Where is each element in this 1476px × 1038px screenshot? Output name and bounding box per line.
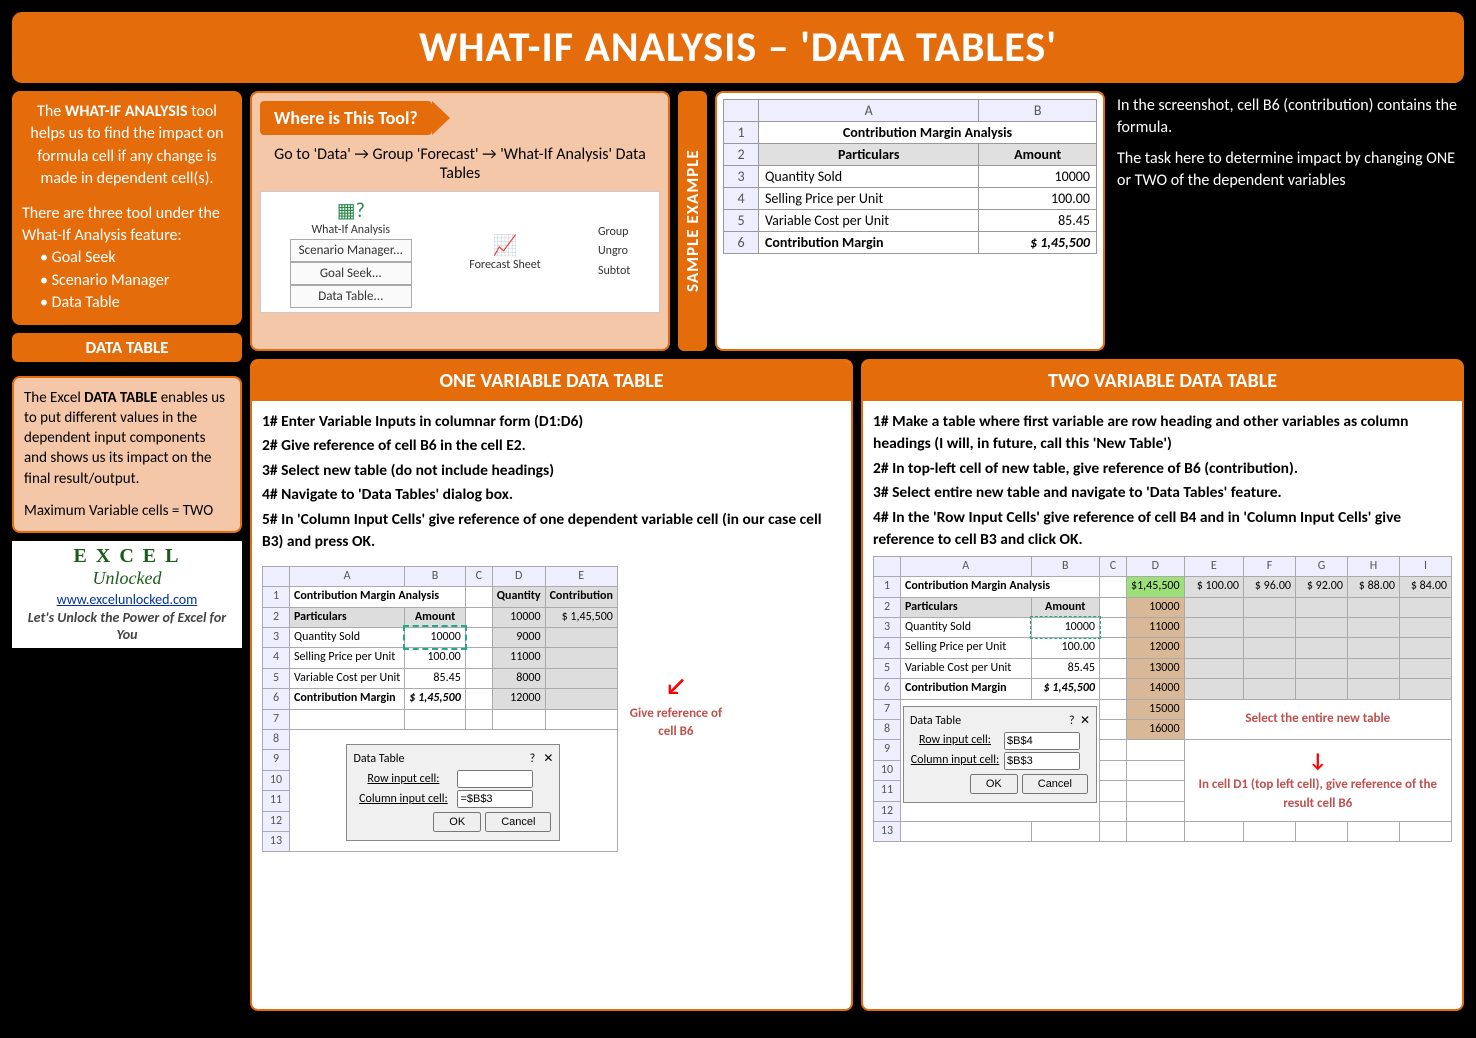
dt-label: DATA TABLE: [12, 333, 242, 362]
col-input[interactable]: [457, 790, 533, 808]
one-var-excel: ABCDE 1Contribution Margin AnalysisQuant…: [262, 566, 618, 852]
intro-li3: • Data Table: [40, 292, 232, 314]
main-title: WHAT-IF ANALYSIS – 'DATA TABLES': [12, 12, 1464, 83]
ok-button-2[interactable]: OK: [970, 774, 1018, 794]
cancel-button[interactable]: Cancel: [485, 812, 551, 832]
where-box: Where is This Tool? Go to 'Data' → Group…: [250, 91, 670, 351]
two-var-excel: ABCDEFGHI 1Contribution Margin Analysis$…: [873, 556, 1452, 842]
where-nav: Go to 'Data' → Group 'Forecast' → 'What-…: [260, 141, 660, 187]
intro-p2: There are three tool under the What-If A…: [22, 203, 232, 248]
ribbon-mock: ▦? What-If Analysis Scenario Manager... …: [260, 191, 660, 313]
row-input[interactable]: [457, 770, 533, 788]
intro-li2: • Scenario Manager: [40, 270, 232, 292]
cancel-button-2[interactable]: Cancel: [1022, 774, 1088, 794]
row-input-2[interactable]: [1004, 732, 1080, 750]
two-var-title: TWO VARIABLE DATA TABLE: [863, 361, 1462, 401]
where-title: Where is This Tool?: [260, 101, 432, 135]
logo-url[interactable]: www.excelunlocked.com: [16, 591, 238, 608]
intro-p1a: The: [37, 102, 65, 121]
intro-li1: • Goal Seek: [40, 247, 232, 269]
whatif-button[interactable]: ▦? What-If Analysis Scenario Manager... …: [290, 198, 412, 306]
intro-box: The WHAT-IF ANALYSIS tool helps us to fi…: [12, 91, 242, 325]
one-var-note: ↙ Give reference of cell B6: [626, 670, 726, 742]
two-var-box: TWO VARIABLE DATA TABLE 1# Make a table …: [861, 359, 1464, 1011]
intro-p1b: WHAT-IF ANALYSIS: [65, 102, 188, 121]
data-table-dialog: Data Table? ✕ Row input cell: Column inp…: [346, 744, 560, 841]
data-table-dialog-2: Data Table? ✕ Row input cell: Column inp…: [903, 706, 1097, 803]
dt-box: The Excel DATA TABLE enables us to put d…: [12, 376, 242, 534]
sample-desc: In the screenshot, cell B6 (contribution…: [1113, 91, 1464, 351]
sample-table-box: AB 1Contribution Margin Analysis 2Partic…: [715, 91, 1105, 351]
sample-tab: SAMPLE EXAMPLE: [678, 91, 707, 351]
one-var-title: ONE VARIABLE DATA TABLE: [252, 361, 851, 401]
logo-box: E X C E L Unlocked www.excelunlocked.com…: [12, 541, 242, 648]
forecast-button[interactable]: 📈Forecast Sheet: [469, 233, 540, 272]
col-input-2[interactable]: [1004, 752, 1080, 770]
one-var-box: ONE VARIABLE DATA TABLE 1# Enter Variabl…: [250, 359, 853, 1011]
ok-button[interactable]: OK: [433, 812, 481, 832]
